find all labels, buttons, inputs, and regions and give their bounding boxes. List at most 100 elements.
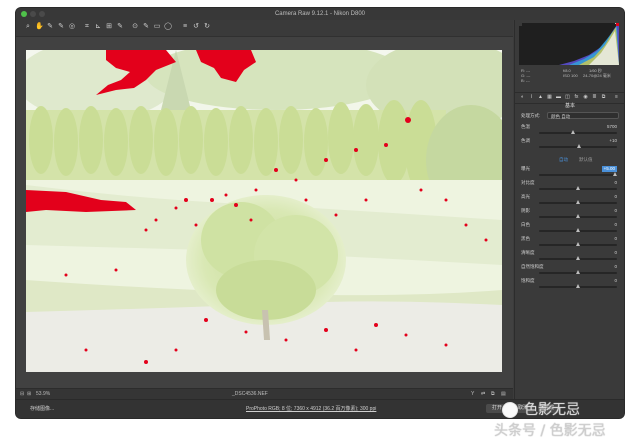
color-sampler-tool-icon[interactable]: ✎ (57, 23, 65, 31)
process-select[interactable]: 颜色 自动 (547, 112, 619, 119)
save-image-button[interactable]: 存储图像... (30, 405, 54, 412)
zoom-in-icon[interactable]: ⊞ (27, 389, 31, 399)
auto-link[interactable]: 自动 (559, 156, 568, 163)
slider-label: 高光 (521, 194, 530, 199)
slider-row: 自然饱和度 0 (519, 264, 621, 278)
photo-image (26, 50, 502, 372)
slider-row: 高光 0 (519, 194, 621, 208)
slider-thumb[interactable] (575, 186, 580, 190)
default-link[interactable]: 默认值 (579, 156, 593, 163)
swap-view-icon[interactable]: ⇄ (481, 389, 485, 399)
slider-thumb[interactable] (575, 242, 580, 246)
slider-label: 对比度 (521, 180, 535, 185)
hsl-tab-icon[interactable]: ▦ (546, 94, 553, 101)
histogram-graph (519, 23, 619, 65)
slider-value[interactable]: 0 (614, 222, 617, 228)
straighten-tool-icon[interactable]: ⊾ (94, 23, 102, 31)
slider-thumb[interactable] (575, 200, 580, 204)
photo-preview[interactable] (26, 50, 502, 372)
process-label: 处理方式: (521, 113, 541, 118)
slider-row: 白色 0 (519, 222, 621, 236)
zoom-tool-icon[interactable]: ⌕ (24, 23, 32, 31)
readout-iso: ISO 100 (563, 73, 578, 78)
slider-thumb[interactable] (612, 172, 617, 176)
lens-tab-icon[interactable]: ◫ (564, 94, 571, 101)
slider-row: 阴影 0 (519, 208, 621, 222)
split-toning-tab-icon[interactable]: ▬ (555, 94, 562, 101)
title-bar: Camera Raw 9.12.1 - Nikon D800 (16, 8, 624, 20)
slider-thumb[interactable] (575, 284, 580, 288)
red-eye-tool-icon[interactable]: ⊙ (131, 23, 139, 31)
slider-value[interactable]: 0 (614, 194, 617, 200)
histogram (519, 23, 619, 65)
slider-track[interactable] (539, 132, 617, 134)
slider-value[interactable]: 0 (614, 208, 617, 214)
rotate-right-icon[interactable]: ↻ (203, 23, 211, 31)
slider-track[interactable] (539, 174, 617, 176)
slider-row: 饱和度 0 (519, 278, 621, 292)
slider-thumb[interactable] (575, 256, 580, 260)
slider-row: 清晰度 0 (519, 250, 621, 264)
panel-menu-icon[interactable]: ≡ (613, 94, 620, 101)
slider-value[interactable]: 0 (614, 250, 617, 256)
workflow-options-link[interactable]: ProPhoto RGB; 8 位; 7360 x 4912 (36.2 百万像… (246, 405, 376, 412)
slider-label: 清晰度 (521, 250, 535, 255)
adjustment-brush-icon[interactable]: ✎ (142, 23, 150, 31)
basic-tab-icon[interactable]: ◐ (519, 94, 526, 101)
radial-filter-icon[interactable]: ◯ (164, 23, 172, 31)
slider-thumb[interactable] (575, 214, 580, 218)
slider-thumb[interactable] (570, 130, 575, 134)
transform-tool-icon[interactable]: ⊞ (105, 23, 113, 31)
slider-value[interactable]: +10 (609, 138, 617, 144)
preferences-icon[interactable]: ≡ (181, 23, 189, 31)
slider-thumb[interactable] (575, 270, 580, 274)
watermark: 色影无忌 头条号 / 色影无忌 (494, 402, 624, 442)
file-name: _DSC4536.NEF (232, 391, 268, 397)
watermark-account: 头条号 / 色影无忌 (494, 423, 606, 439)
targeted-adjust-tool-icon[interactable]: ◎ (68, 23, 76, 31)
slider-label: 饱和度 (521, 278, 535, 283)
slider-label: 阴影 (521, 208, 530, 213)
slider-value[interactable]: 5700 (607, 124, 617, 130)
white-balance-tool-icon[interactable]: ✎ (46, 23, 54, 31)
slider-label: 自然饱和度 (521, 264, 544, 269)
slider-value[interactable]: 0 (614, 278, 617, 284)
status-bar: ⊟ ⊞ 53.9% _DSC4536.NEF Y ⇄ ⧉ ▤ (16, 388, 513, 399)
calibration-tab-icon[interactable]: ◉ (582, 94, 589, 101)
slider-label: 色温 (521, 124, 530, 129)
crop-tool-icon[interactable]: ⌗ (83, 23, 91, 31)
readout-lens: 24-70@24 毫米 (583, 73, 611, 78)
slider-row: 色温 5700 (519, 124, 621, 138)
hand-tool-icon[interactable]: ✋ (35, 23, 44, 31)
copy-settings-icon[interactable]: ⧉ (491, 389, 495, 399)
compare-view-icon[interactable]: Y (471, 389, 474, 399)
slider-label: 黑色 (521, 236, 530, 241)
highlight-clip-indicator[interactable] (616, 23, 619, 26)
slider-thumb[interactable] (577, 144, 582, 148)
detail-tab-icon[interactable]: ▲ (537, 94, 544, 101)
toggle-preview-icon[interactable]: ▤ (501, 389, 506, 399)
watermark-brand: 色影无忌 (524, 402, 580, 418)
slider-label: 白色 (521, 222, 530, 227)
slider-value[interactable]: 0 (614, 236, 617, 242)
slider-row: 曝光 +5.00 (519, 166, 621, 180)
tone-curve-tab-icon[interactable]: ⌇ (528, 94, 535, 101)
adjustment-panel: R: --- G: --- B: --- f/8.0 1/60 秒 ISO 10… (514, 20, 624, 399)
slider-thumb[interactable] (575, 228, 580, 232)
zoom-out-icon[interactable]: ⊟ (20, 389, 24, 399)
presets-tab-icon[interactable]: ≣ (591, 94, 598, 101)
slider-value[interactable]: 0 (614, 180, 617, 186)
slider-value[interactable]: 0 (614, 264, 617, 270)
slider-row: 黑色 0 (519, 236, 621, 250)
zoom-level[interactable]: 53.9% (36, 389, 50, 399)
slider-row: 色调 +10 (519, 138, 621, 152)
snapshots-tab-icon[interactable]: ⧉ (600, 94, 607, 101)
tool-bar: ⌕ ✋ ✎ ✎ ◎ ⌗ ⊾ ⊞ ✎ ⊙ ✎ ▭ ◯ ≡ ↺ ↻ (16, 20, 513, 37)
shadow-clip-indicator[interactable] (519, 23, 522, 26)
slider-label: 曝光 (521, 166, 530, 171)
effects-tab-icon[interactable]: fx (573, 94, 580, 101)
camera-raw-window: Camera Raw 9.12.1 - Nikon D800 ⌕ ✋ ✎ ✎ ◎ ⌗ ⊾ ⊞ ✎… (16, 8, 624, 418)
rotate-left-icon[interactable]: ↺ (192, 23, 200, 31)
graduated-filter-icon[interactable]: ▭ (153, 23, 161, 31)
spot-removal-tool-icon[interactable]: ✎ (116, 23, 124, 31)
